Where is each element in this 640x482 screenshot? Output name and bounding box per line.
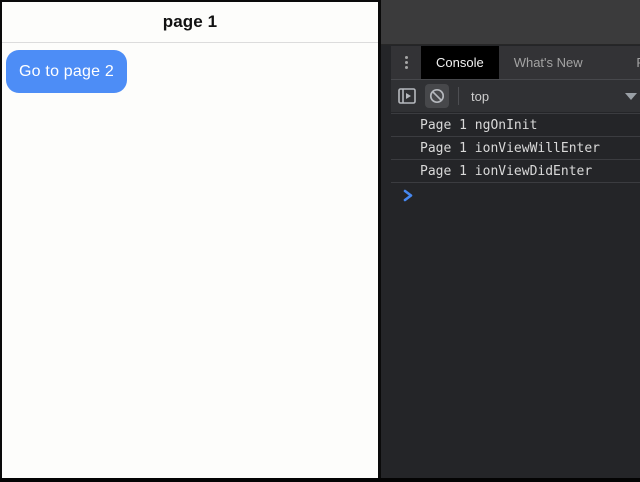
devtools-tab-bar: Console What's New P [391, 46, 640, 79]
tab-whats-new[interactable]: What's New [499, 46, 598, 79]
execution-context-selector[interactable]: top [471, 89, 489, 104]
devtools-panel: Console What's New P top [381, 0, 640, 478]
console-prompt[interactable] [391, 183, 640, 207]
screenshot-root: page 1 Go to page 2 Console What's New P [0, 0, 640, 482]
tab-console[interactable]: Console [421, 46, 499, 79]
dropdown-triangle-icon[interactable] [625, 93, 637, 100]
console-sidebar-icon[interactable] [397, 86, 417, 106]
app-header: page 1 [2, 2, 378, 43]
app-viewport-frame: page 1 Go to page 2 [0, 0, 381, 478]
chevron-right-icon [403, 189, 413, 202]
go-to-page-2-button[interactable]: Go to page 2 [6, 50, 127, 93]
page-title: page 1 [163, 12, 217, 32]
devtools-top-empty-area [381, 0, 640, 45]
console-toolbar: top [391, 79, 640, 112]
tab-clipped[interactable]: P [636, 46, 640, 79]
console-message: Page 1 ionViewWillEnter [391, 137, 640, 160]
clear-console-icon[interactable] [425, 84, 449, 108]
window-bottom-edge [0, 478, 640, 482]
app-screen: page 1 Go to page 2 [2, 2, 378, 478]
devtools-menu-kebab-icon[interactable] [391, 46, 421, 79]
console-messages-area[interactable]: Page 1 ngOnInit Page 1 ionViewWillEnter … [391, 113, 640, 478]
console-message: Page 1 ngOnInit [391, 114, 640, 137]
console-message: Page 1 ionViewDidEnter [391, 160, 640, 183]
toolbar-divider [458, 87, 459, 105]
app-content: Go to page 2 [2, 43, 378, 100]
